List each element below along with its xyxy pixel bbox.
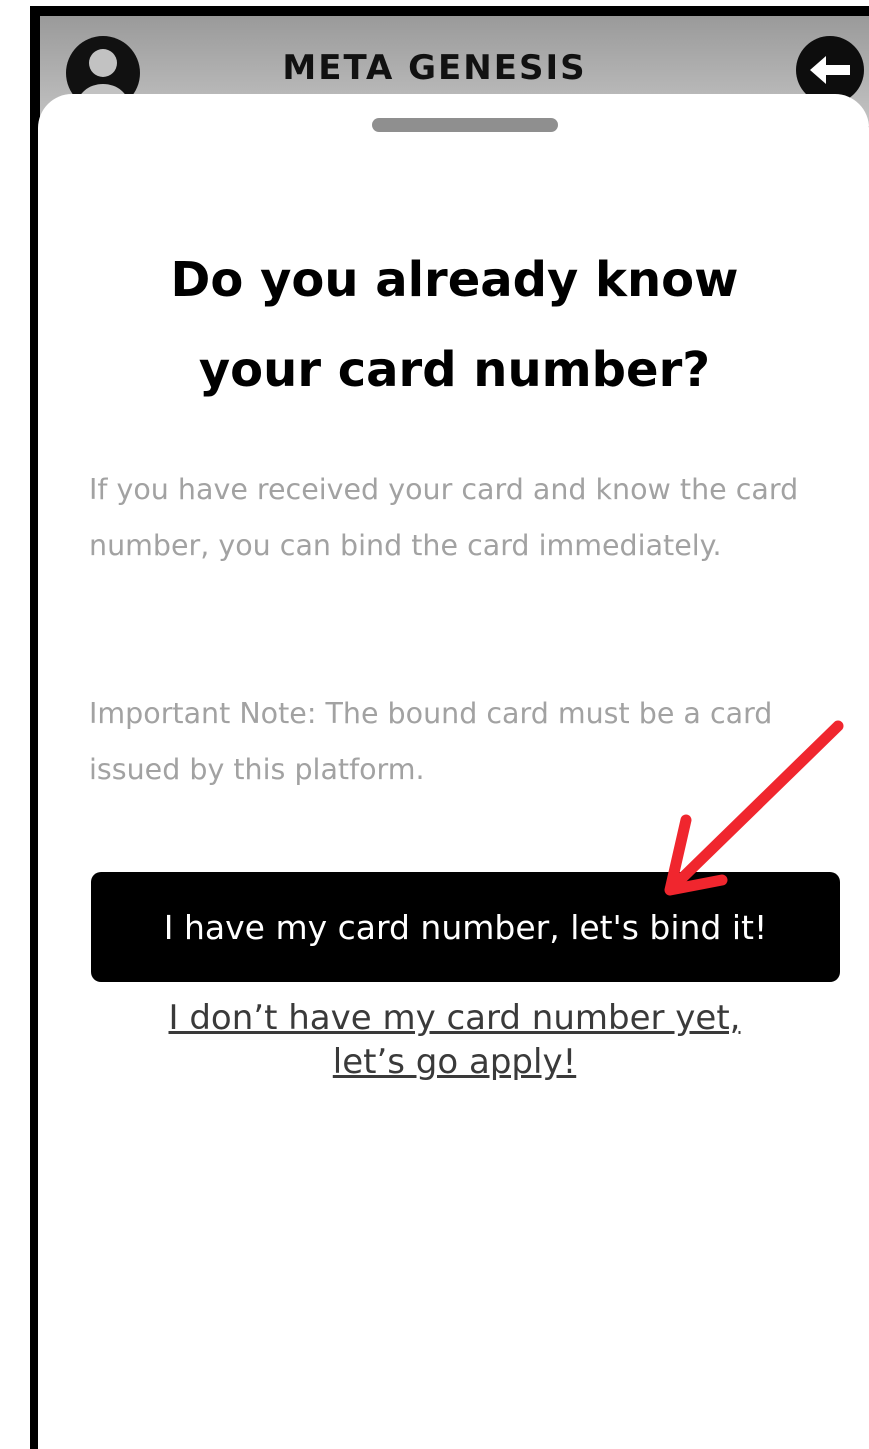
sheet-drag-handle[interactable]: [372, 118, 558, 132]
apply-card-link[interactable]: I don’t have my card number yet, let’s g…: [40, 996, 869, 1084]
dialog-headline-line1: Do you already know: [170, 252, 739, 308]
red-pointer-arrow-icon: [664, 720, 844, 896]
dialog-headline-line2: your card number?: [198, 342, 711, 398]
apply-card-link-line1: I don’t have my card number yet,: [168, 998, 741, 1038]
dialog-description: If you have received your card and know …: [89, 473, 799, 562]
apply-card-link-line2: let’s go apply!: [332, 1042, 577, 1082]
